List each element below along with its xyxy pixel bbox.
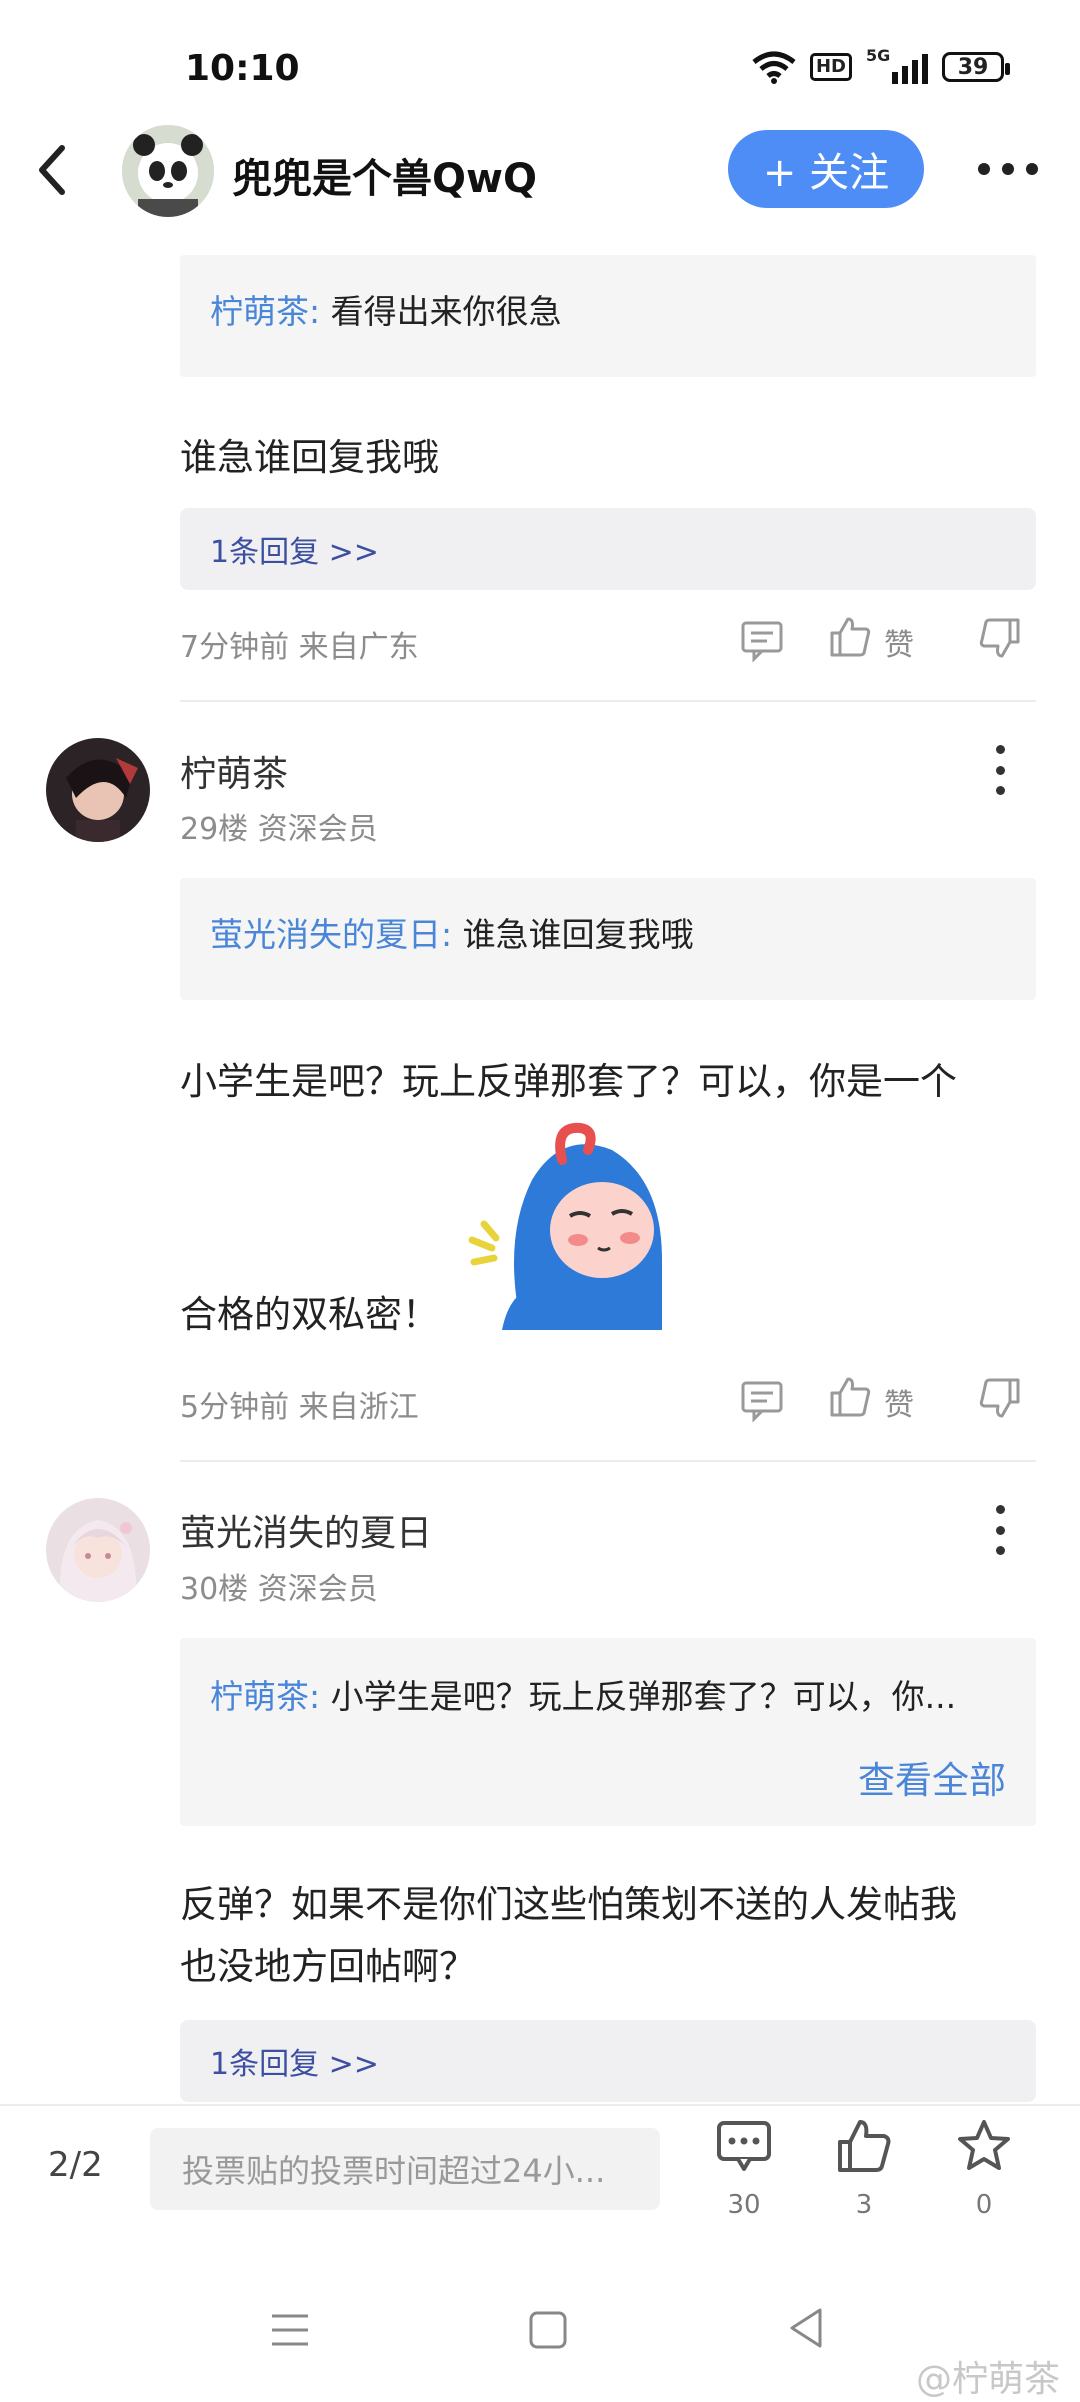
favorites-count: 0 [975, 2190, 993, 2220]
like-label[interactable]: 赞 [884, 1380, 914, 1424]
comment-meta: 7分钟前 来自广东 [180, 630, 419, 665]
username[interactable]: 萤光消失的夏日 [180, 1504, 432, 1556]
reply-icon[interactable] [740, 1378, 784, 1422]
floor-level: 29楼 资深会员 [180, 812, 378, 847]
quoted-reply[interactable]: 柠萌茶: 看得出来你很急 [180, 255, 1036, 377]
menu-icon[interactable] [270, 2310, 310, 2350]
like-icon[interactable] [828, 615, 872, 659]
quote-text: 谁急谁回复我哦 [462, 915, 694, 954]
panda-avatar-icon [122, 125, 214, 217]
comments-icon[interactable] [716, 2120, 772, 2172]
floor-level: 30楼 资深会员 [180, 1572, 378, 1607]
replies-link[interactable]: 1条回复 >> [180, 2020, 1036, 2102]
comment-text-line1: 小学生是吧？玩上反弹那套了？可以，你是一个 [180, 1060, 957, 1103]
comment-input[interactable]: 投票贴的投票时间超过24小... [150, 2128, 660, 2210]
comments-count: 30 [727, 2190, 761, 2220]
comment-text: 谁急谁回复我哦 [180, 436, 439, 479]
hd-badge: HD [809, 53, 852, 81]
anime-girl-avatar-icon [46, 738, 150, 842]
user-avatar[interactable] [46, 738, 150, 842]
star-icon[interactable] [956, 2118, 1012, 2174]
username[interactable]: 柠萌茶 [180, 745, 288, 797]
back-arrow-icon[interactable] [30, 140, 74, 200]
quote-author[interactable]: 柠萌茶: [210, 292, 320, 331]
page-indicator[interactable]: 2/2 [48, 2145, 103, 2185]
quote-text: 小学生是吧？玩上反弹那套了？可以，你... [330, 1677, 957, 1716]
status-icons: HD 5G 39 [752, 46, 1010, 84]
status-time: 10:10 [185, 48, 300, 89]
quoted-reply[interactable]: 萤光消失的夏日: 谁急谁回复我哦 [180, 878, 1036, 1000]
wifi-icon [752, 51, 796, 84]
comment-more-icon[interactable] [993, 1505, 1007, 1555]
dislike-icon[interactable] [978, 1376, 1022, 1420]
more-options-icon[interactable] [978, 150, 1054, 188]
comment-meta: 5分钟前 来自浙江 [180, 1390, 419, 1425]
sticker-image [468, 1122, 662, 1330]
likes-count: 3 [855, 2190, 873, 2220]
battery-icon: 39 [942, 52, 1010, 82]
comment-text-line2: 也没地方回帖啊？ [180, 1945, 476, 1988]
quote-author[interactable]: 萤光消失的夏日: [210, 915, 452, 954]
comment-text-line1: 反弹？如果不是你们这些怕策划不送的人发帖我 [180, 1883, 957, 1926]
replies-link[interactable]: 1条回复 >> [180, 508, 1036, 590]
watermark: @柠萌茶 [915, 2359, 1060, 2400]
signal-icon: 5G [866, 46, 928, 84]
poster-avatar[interactable] [122, 125, 214, 217]
quote-text: 看得出来你很急 [330, 292, 562, 331]
network-type: 5G [866, 46, 891, 65]
comment-text-line2: 合格的双私密！ [180, 1293, 439, 1336]
user-avatar[interactable] [46, 1498, 150, 1602]
anime-girl-avatar-icon [46, 1498, 150, 1602]
thumbs-up-icon[interactable] [836, 2118, 892, 2174]
comment-more-icon[interactable] [993, 745, 1007, 795]
back-nav-icon[interactable] [786, 2306, 826, 2350]
like-label[interactable]: 赞 [884, 620, 914, 664]
follow-button[interactable]: + 关注 [728, 130, 924, 208]
quote-author[interactable]: 柠萌茶: [210, 1677, 320, 1716]
thread-title: 兜兜是个兽QwQ [232, 156, 537, 202]
divider [180, 700, 1036, 702]
view-all-link[interactable]: 查看全部 [858, 1750, 1006, 1804]
home-icon[interactable] [528, 2310, 568, 2350]
quoted-reply[interactable]: 柠萌茶: 小学生是吧？玩上反弹那套了？可以，你... 查看全部 [180, 1638, 1036, 1826]
like-icon[interactable] [828, 1375, 872, 1419]
reply-icon[interactable] [740, 618, 784, 662]
divider [180, 1460, 1036, 1462]
dislike-icon[interactable] [978, 616, 1022, 660]
